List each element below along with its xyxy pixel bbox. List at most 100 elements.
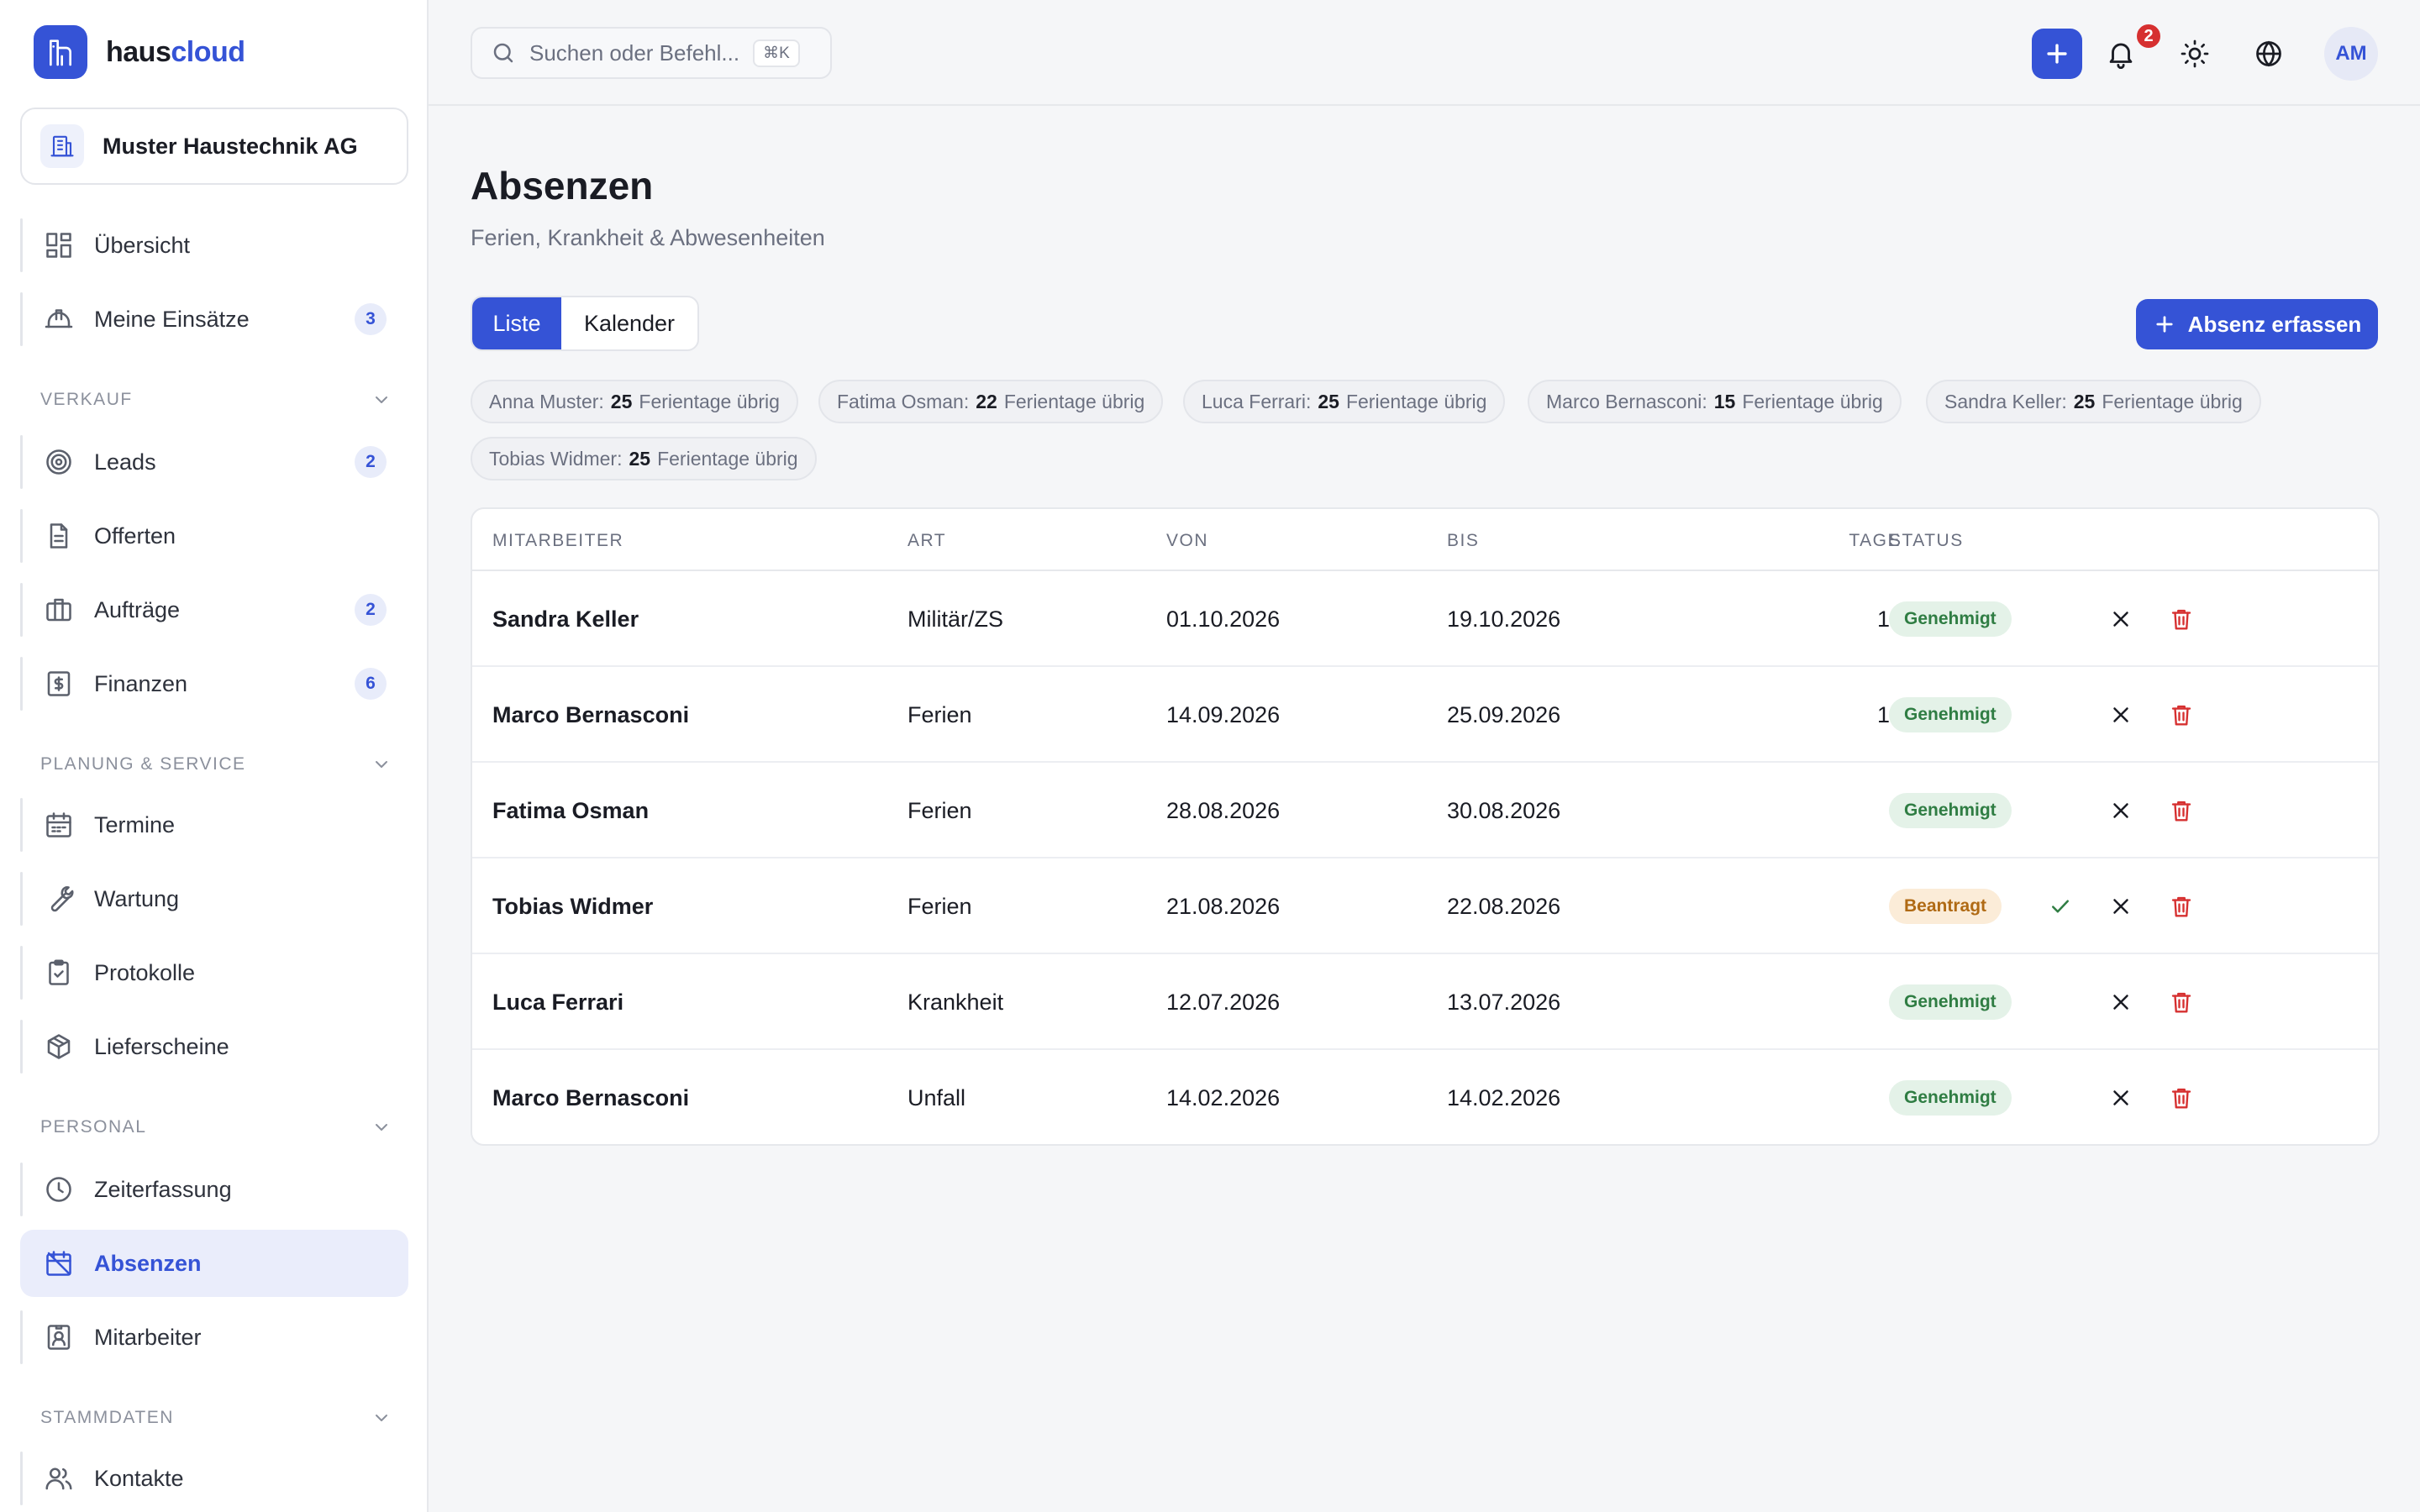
trash-icon — [2171, 1088, 2191, 1109]
reject-button[interactable] — [2104, 602, 2138, 636]
tab-kalender[interactable]: Kalender — [561, 297, 697, 349]
date-from: 14.09.2026 — [1166, 702, 1281, 727]
sidebar-item-label: Protokolle — [94, 959, 196, 985]
briefcase-icon — [46, 598, 71, 622]
table-row[interactable]: Tobias Widmer Ferien 21.08.2026 22.08.20… — [472, 858, 2378, 954]
delete-button[interactable] — [2165, 602, 2198, 636]
vacation-balance-chip: Tobias Widmer: 25 Ferientage übrig — [471, 437, 817, 480]
calendar-off-icon — [46, 1251, 71, 1276]
reject-button[interactable] — [2104, 1081, 2138, 1115]
approve-button[interactable] — [2044, 890, 2077, 923]
date-from: 01.10.2026 — [1166, 606, 1281, 632]
sidebar-item-auftraege[interactable]: Aufträge 2 — [20, 576, 408, 643]
trash-icon — [2171, 705, 2191, 726]
table-row[interactable]: Fatima Osman Ferien 28.08.2026 30.08.202… — [472, 763, 2378, 858]
calendar-icon — [46, 812, 71, 837]
delete-button[interactable] — [2165, 1081, 2198, 1115]
column-header-mitarbeiter[interactable]: Mitarbeiter — [492, 531, 623, 551]
sidebar-item-meine-einsaetze[interactable]: Meine Einsätze 3 — [20, 286, 408, 353]
table-header: Mitarbeiter Art Von Bis Tage Status — [472, 509, 2378, 571]
theme-toggle-button[interactable] — [2175, 34, 2215, 74]
close-icon — [2113, 612, 2128, 627]
status-badge: Genehmigt — [1889, 697, 2012, 732]
sidebar-item-mitarbeiter[interactable]: Mitarbeiter — [20, 1304, 408, 1371]
date-to: 14.02.2026 — [1447, 1085, 1561, 1110]
date-to: 30.08.2026 — [1447, 798, 1561, 823]
reject-button[interactable] — [2104, 890, 2138, 923]
chevron-down-icon — [376, 1415, 387, 1421]
section-verkauf[interactable]: Verkauf — [40, 383, 392, 417]
reject-button[interactable] — [2104, 698, 2138, 732]
sidebar-item-kontakte[interactable]: Kontakte — [20, 1445, 408, 1512]
employee-name: Sandra Keller — [492, 606, 639, 632]
shortcut-hint: ⌘K — [753, 39, 800, 67]
plus-icon — [2047, 44, 2067, 64]
add-absence-button[interactable]: Absenz erfassen — [2136, 299, 2378, 349]
column-header-von[interactable]: Von — [1166, 531, 1208, 551]
column-header-art[interactable]: Art — [908, 531, 946, 551]
sidebar-item-label: Absenzen — [94, 1250, 202, 1276]
tab-liste[interactable]: Liste — [472, 297, 561, 349]
delete-button[interactable] — [2165, 698, 2198, 732]
sidebar-item-wartung[interactable]: Wartung — [20, 865, 408, 932]
table-row[interactable]: Marco Bernasconi Unfall 14.02.2026 14.02… — [472, 1050, 2378, 1144]
building-icon — [40, 124, 84, 168]
sidebar: hauscloud Muster Haustechnik AG Übersich… — [0, 0, 429, 1512]
delete-button[interactable] — [2165, 890, 2198, 923]
trash-icon — [2171, 801, 2191, 822]
brand[interactable]: hauscloud — [34, 25, 245, 79]
date-from: 14.02.2026 — [1166, 1085, 1281, 1110]
section-personal[interactable]: Personal — [40, 1110, 392, 1144]
status-badge: Genehmigt — [1889, 601, 2012, 637]
column-header-status[interactable]: Status — [1889, 531, 1964, 551]
sidebar-item-absenzen[interactable]: Absenzen — [20, 1230, 408, 1297]
chevron-down-icon — [376, 1124, 387, 1131]
clipboard-icon — [49, 959, 69, 985]
avatar[interactable]: AM — [2324, 27, 2378, 81]
sidebar-item-offerten[interactable]: Offerten — [20, 502, 408, 570]
column-header-bis[interactable]: Bis — [1447, 531, 1479, 551]
status-badge: Beantragt — [1889, 889, 2002, 924]
page-title: Absenzen — [471, 164, 654, 207]
sidebar-item-lieferscheine[interactable]: Lieferscheine — [20, 1013, 408, 1080]
absences-table: Mitarbeiter Art Von Bis Tage Status Sand… — [471, 507, 2380, 1146]
search-input[interactable]: Suchen oder Befehl... ⌘K — [471, 27, 832, 79]
document-icon — [50, 523, 68, 549]
table-row[interactable]: Marco Bernasconi Ferien 14.09.2026 25.09… — [472, 667, 2378, 763]
absence-type: Militär/ZS — [908, 606, 1003, 632]
grid-icon — [46, 233, 71, 258]
status-badge: Genehmigt — [1889, 1080, 2012, 1116]
package-icon — [47, 1034, 71, 1059]
quick-add-button[interactable] — [2032, 29, 2082, 79]
reject-button[interactable] — [2104, 794, 2138, 827]
section-stammdaten[interactable]: Stammdaten — [40, 1401, 392, 1435]
sidebar-item-protokolle[interactable]: Protokolle — [20, 939, 408, 1006]
view-toggle: Liste Kalender — [471, 296, 699, 351]
sidebar-item-label: Aufträge — [94, 596, 181, 622]
sidebar-item-zeiterfassung[interactable]: Zeiterfassung — [20, 1156, 408, 1223]
sidebar-item-label: Übersicht — [94, 232, 191, 258]
table-row[interactable]: Luca Ferrari Krankheit 12.07.2026 13.07.… — [472, 954, 2378, 1050]
sidebar-item-label: Meine Einsätze — [94, 306, 250, 332]
column-header-tage[interactable]: Tage — [1800, 531, 1901, 551]
section-planung-service[interactable]: Planung & Service — [40, 748, 392, 781]
sidebar-item-leads[interactable]: Leads 2 — [20, 428, 408, 496]
reject-button[interactable] — [2104, 985, 2138, 1019]
vacation-balance-chip: Anna Muster: 25 Ferientage übrig — [471, 380, 798, 423]
section-label: Stammdaten — [40, 1408, 174, 1427]
language-button[interactable] — [2249, 34, 2289, 74]
sidebar-item-uebersicht[interactable]: Übersicht — [20, 212, 408, 279]
delete-button[interactable] — [2165, 794, 2198, 827]
employee-name: Marco Bernasconi — [492, 1085, 690, 1110]
delete-button[interactable] — [2165, 985, 2198, 1019]
company-switcher[interactable]: Muster Haustechnik AG — [20, 108, 408, 185]
sidebar-item-finanzen[interactable]: Finanzen 6 — [20, 650, 408, 717]
search-placeholder: Suchen oder Befehl... — [529, 39, 740, 66]
sidebar-item-label: Lieferscheine — [94, 1033, 229, 1059]
sidebar-item-termine[interactable]: Termine — [20, 791, 408, 858]
table-row[interactable]: Sandra Keller Militär/ZS 01.10.2026 19.1… — [472, 571, 2378, 667]
date-to: 22.08.2026 — [1447, 894, 1561, 919]
sidebar-item-label: Zeiterfassung — [94, 1176, 232, 1202]
section-label: Personal — [40, 1117, 147, 1137]
close-icon — [2113, 803, 2128, 818]
